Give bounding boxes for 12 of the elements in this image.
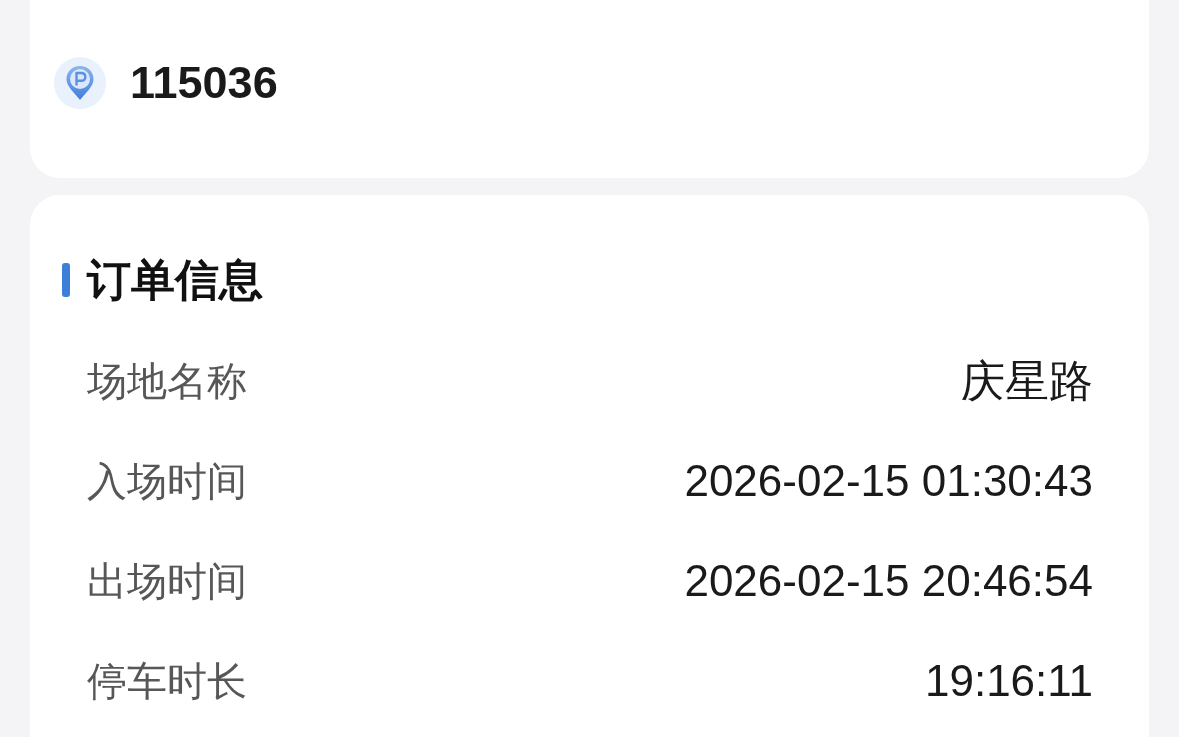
field-label: 出场时间 — [87, 558, 247, 605]
field-value: 2026-02-15 01:30:43 — [684, 456, 1093, 506]
field-label: 入场时间 — [87, 458, 247, 505]
field-label: 停车时长 — [87, 658, 247, 705]
parking-code: 115036 — [130, 57, 278, 109]
section-title: 订单信息 — [87, 255, 263, 305]
field-label: 场地名称 — [87, 358, 247, 405]
accent-bar-icon — [62, 263, 70, 297]
field-value: 19:16:11 — [925, 656, 1093, 706]
field-value: 庆星路 — [961, 356, 1093, 406]
field-value: 2026-02-15 20:46:54 — [684, 556, 1093, 606]
parking-pin-icon — [54, 57, 106, 109]
